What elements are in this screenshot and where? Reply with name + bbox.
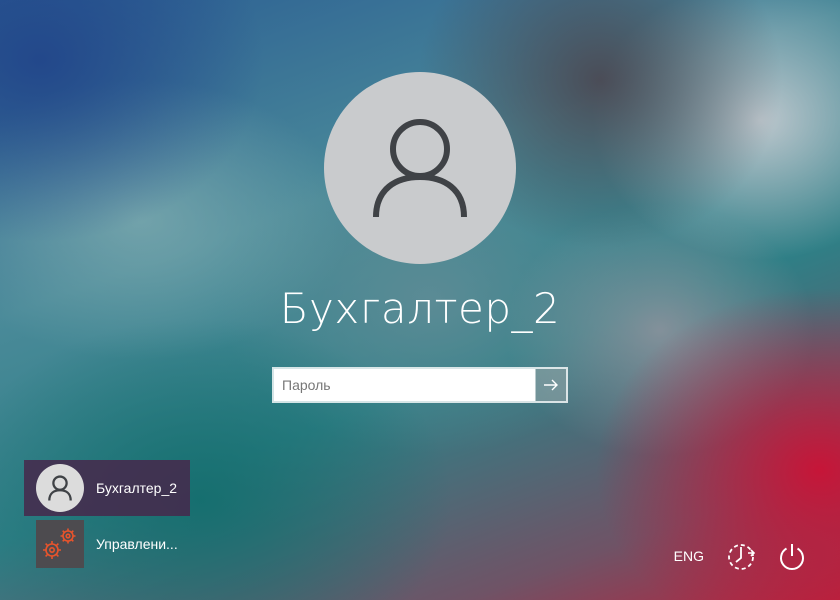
avatar	[36, 520, 84, 568]
network-icon	[728, 544, 756, 570]
username-title: Бухгалтер_2	[279, 284, 561, 333]
arrow-right-icon	[544, 379, 558, 391]
submit-button[interactable]	[535, 369, 566, 401]
language-indicator[interactable]: ENG	[674, 548, 704, 564]
password-input[interactable]	[274, 369, 535, 401]
power-icon	[780, 544, 804, 570]
power-button[interactable]	[774, 538, 810, 574]
user-list-item-label: Управлени...	[96, 536, 178, 552]
user-list-item-admin[interactable]: Управлени...	[24, 516, 190, 572]
user-list-item-accountant[interactable]: Бухгалтер_2	[24, 460, 190, 516]
password-box	[272, 367, 568, 403]
network-button[interactable]	[724, 538, 760, 574]
avatar	[36, 464, 84, 512]
user-list-item-label: Бухгалтер_2	[96, 480, 178, 496]
user-list: Бухгалтер_2 Управлени...	[24, 460, 190, 572]
user-avatar	[324, 72, 516, 264]
user-icon	[373, 119, 467, 218]
system-controls: ENG	[674, 538, 810, 574]
gears-icon	[43, 528, 76, 559]
user-icon	[48, 475, 72, 501]
